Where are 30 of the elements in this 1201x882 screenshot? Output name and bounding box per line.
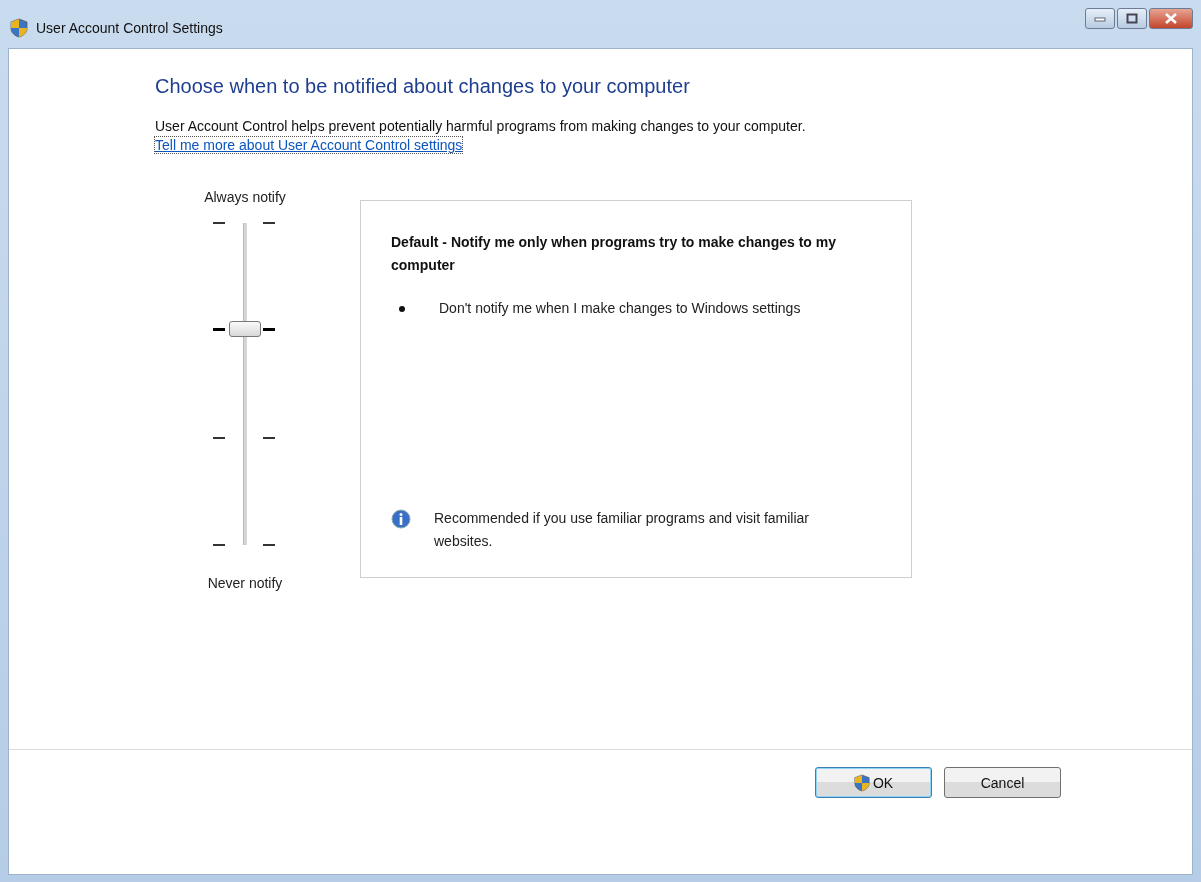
note-text: Recommended if you use familiar programs and visit familiar websites. [434, 509, 811, 551]
setting-title: Default - Notify me only when programs try to make changes to my computer [391, 233, 837, 275]
description-text: User Account Control helps prevent potentially harmful programs from making changes to your computer. [155, 118, 806, 134]
slider-thumb[interactable] [229, 321, 261, 338]
tick-mark [213, 328, 225, 332]
minimize-button[interactable] [1085, 8, 1115, 29]
window-title: User Account Control Settings [36, 20, 223, 36]
tick-mark [263, 544, 275, 546]
help-link[interactable]: Tell me more about User Account Control settings [155, 137, 463, 153]
ok-button[interactable]: OK [815, 767, 932, 798]
slider-bottom-label: Never notify [207, 575, 283, 591]
tick-mark [213, 436, 225, 439]
slider-top-label: Always notify [204, 189, 286, 205]
shield-icon [10, 18, 28, 38]
minimize-icon [1094, 15, 1106, 22]
bullet-icon [399, 306, 405, 312]
close-icon [1164, 13, 1178, 24]
tick-mark [263, 436, 275, 439]
info-icon [391, 509, 411, 529]
tick-mark [263, 222, 275, 224]
maximize-icon [1126, 13, 1138, 24]
tick-mark [213, 222, 225, 224]
setting-bullet-text: Don't notify me when I make changes to Windows settings [439, 299, 801, 318]
close-button[interactable] [1149, 8, 1193, 29]
page-heading: Choose when to be notified about changes to your computer [155, 75, 690, 98]
maximize-button[interactable] [1117, 8, 1147, 29]
tick-mark [263, 328, 275, 332]
shield-icon [853, 773, 870, 792]
tick-mark [213, 544, 225, 546]
cancel-button[interactable]: Cancel [944, 767, 1061, 798]
